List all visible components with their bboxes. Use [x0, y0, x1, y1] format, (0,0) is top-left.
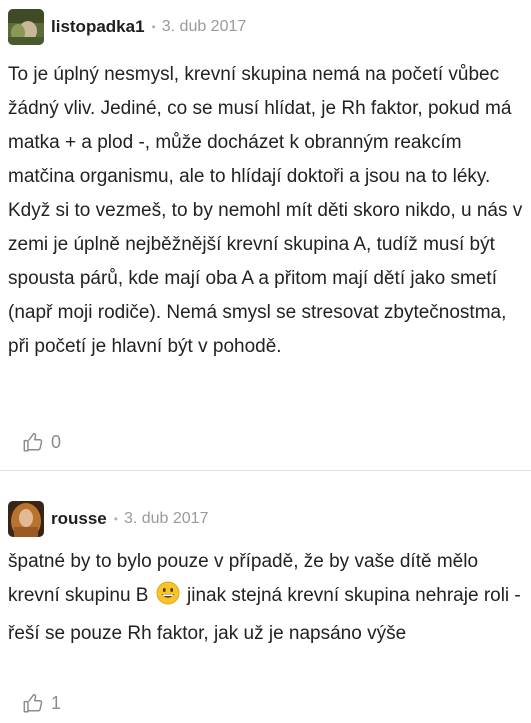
like-button[interactable]: 0 — [22, 431, 61, 453]
meta-separator: • — [151, 20, 156, 34]
user-avatar[interactable] — [8, 501, 44, 537]
comment-paragraph: Když si to vezmeš, to by nemohl mít děti… — [8, 200, 523, 357]
comment-text: špatné by to bylo pouze v případě, že by… — [8, 545, 523, 651]
comment-text: To je úplný nesmysl, krevní skupina nemá… — [8, 58, 523, 364]
thumbs-up-icon — [23, 432, 43, 452]
avatar-photo-icon — [8, 501, 44, 537]
meta-separator: • — [113, 512, 118, 526]
user-avatar[interactable] — [8, 9, 44, 45]
username-link[interactable]: rousse — [51, 509, 107, 529]
comment-date: 3. dub 2017 — [161, 18, 247, 35]
comment-paragraph: špatné by to bylo pouze v případě, že by… — [8, 545, 523, 651]
username-link[interactable]: listopadka1 — [51, 17, 145, 37]
like-button[interactable]: 1 — [22, 692, 61, 714]
comment-paragraph: To je úplný nesmysl, krevní skupina nemá… — [8, 64, 512, 187]
comment-date: 3. dub 2017 — [123, 510, 209, 527]
comment-header: listopadka1 • 3. dub 2017 — [8, 9, 246, 45]
comment-item: listopadka1 • 3. dub 2017 To je úplný ne… — [0, 0, 531, 470]
like-count: 0 — [51, 431, 62, 452]
like-count: 1 — [51, 692, 62, 713]
comment-item: rousse • 3. dub 2017 špatné by to bylo p… — [0, 471, 531, 723]
comment-header: rousse • 3. dub 2017 — [8, 501, 208, 537]
avatar-photo-icon — [8, 9, 44, 45]
grinning-face-emoji-icon — [156, 581, 180, 617]
thumbs-up-icon — [23, 693, 43, 713]
